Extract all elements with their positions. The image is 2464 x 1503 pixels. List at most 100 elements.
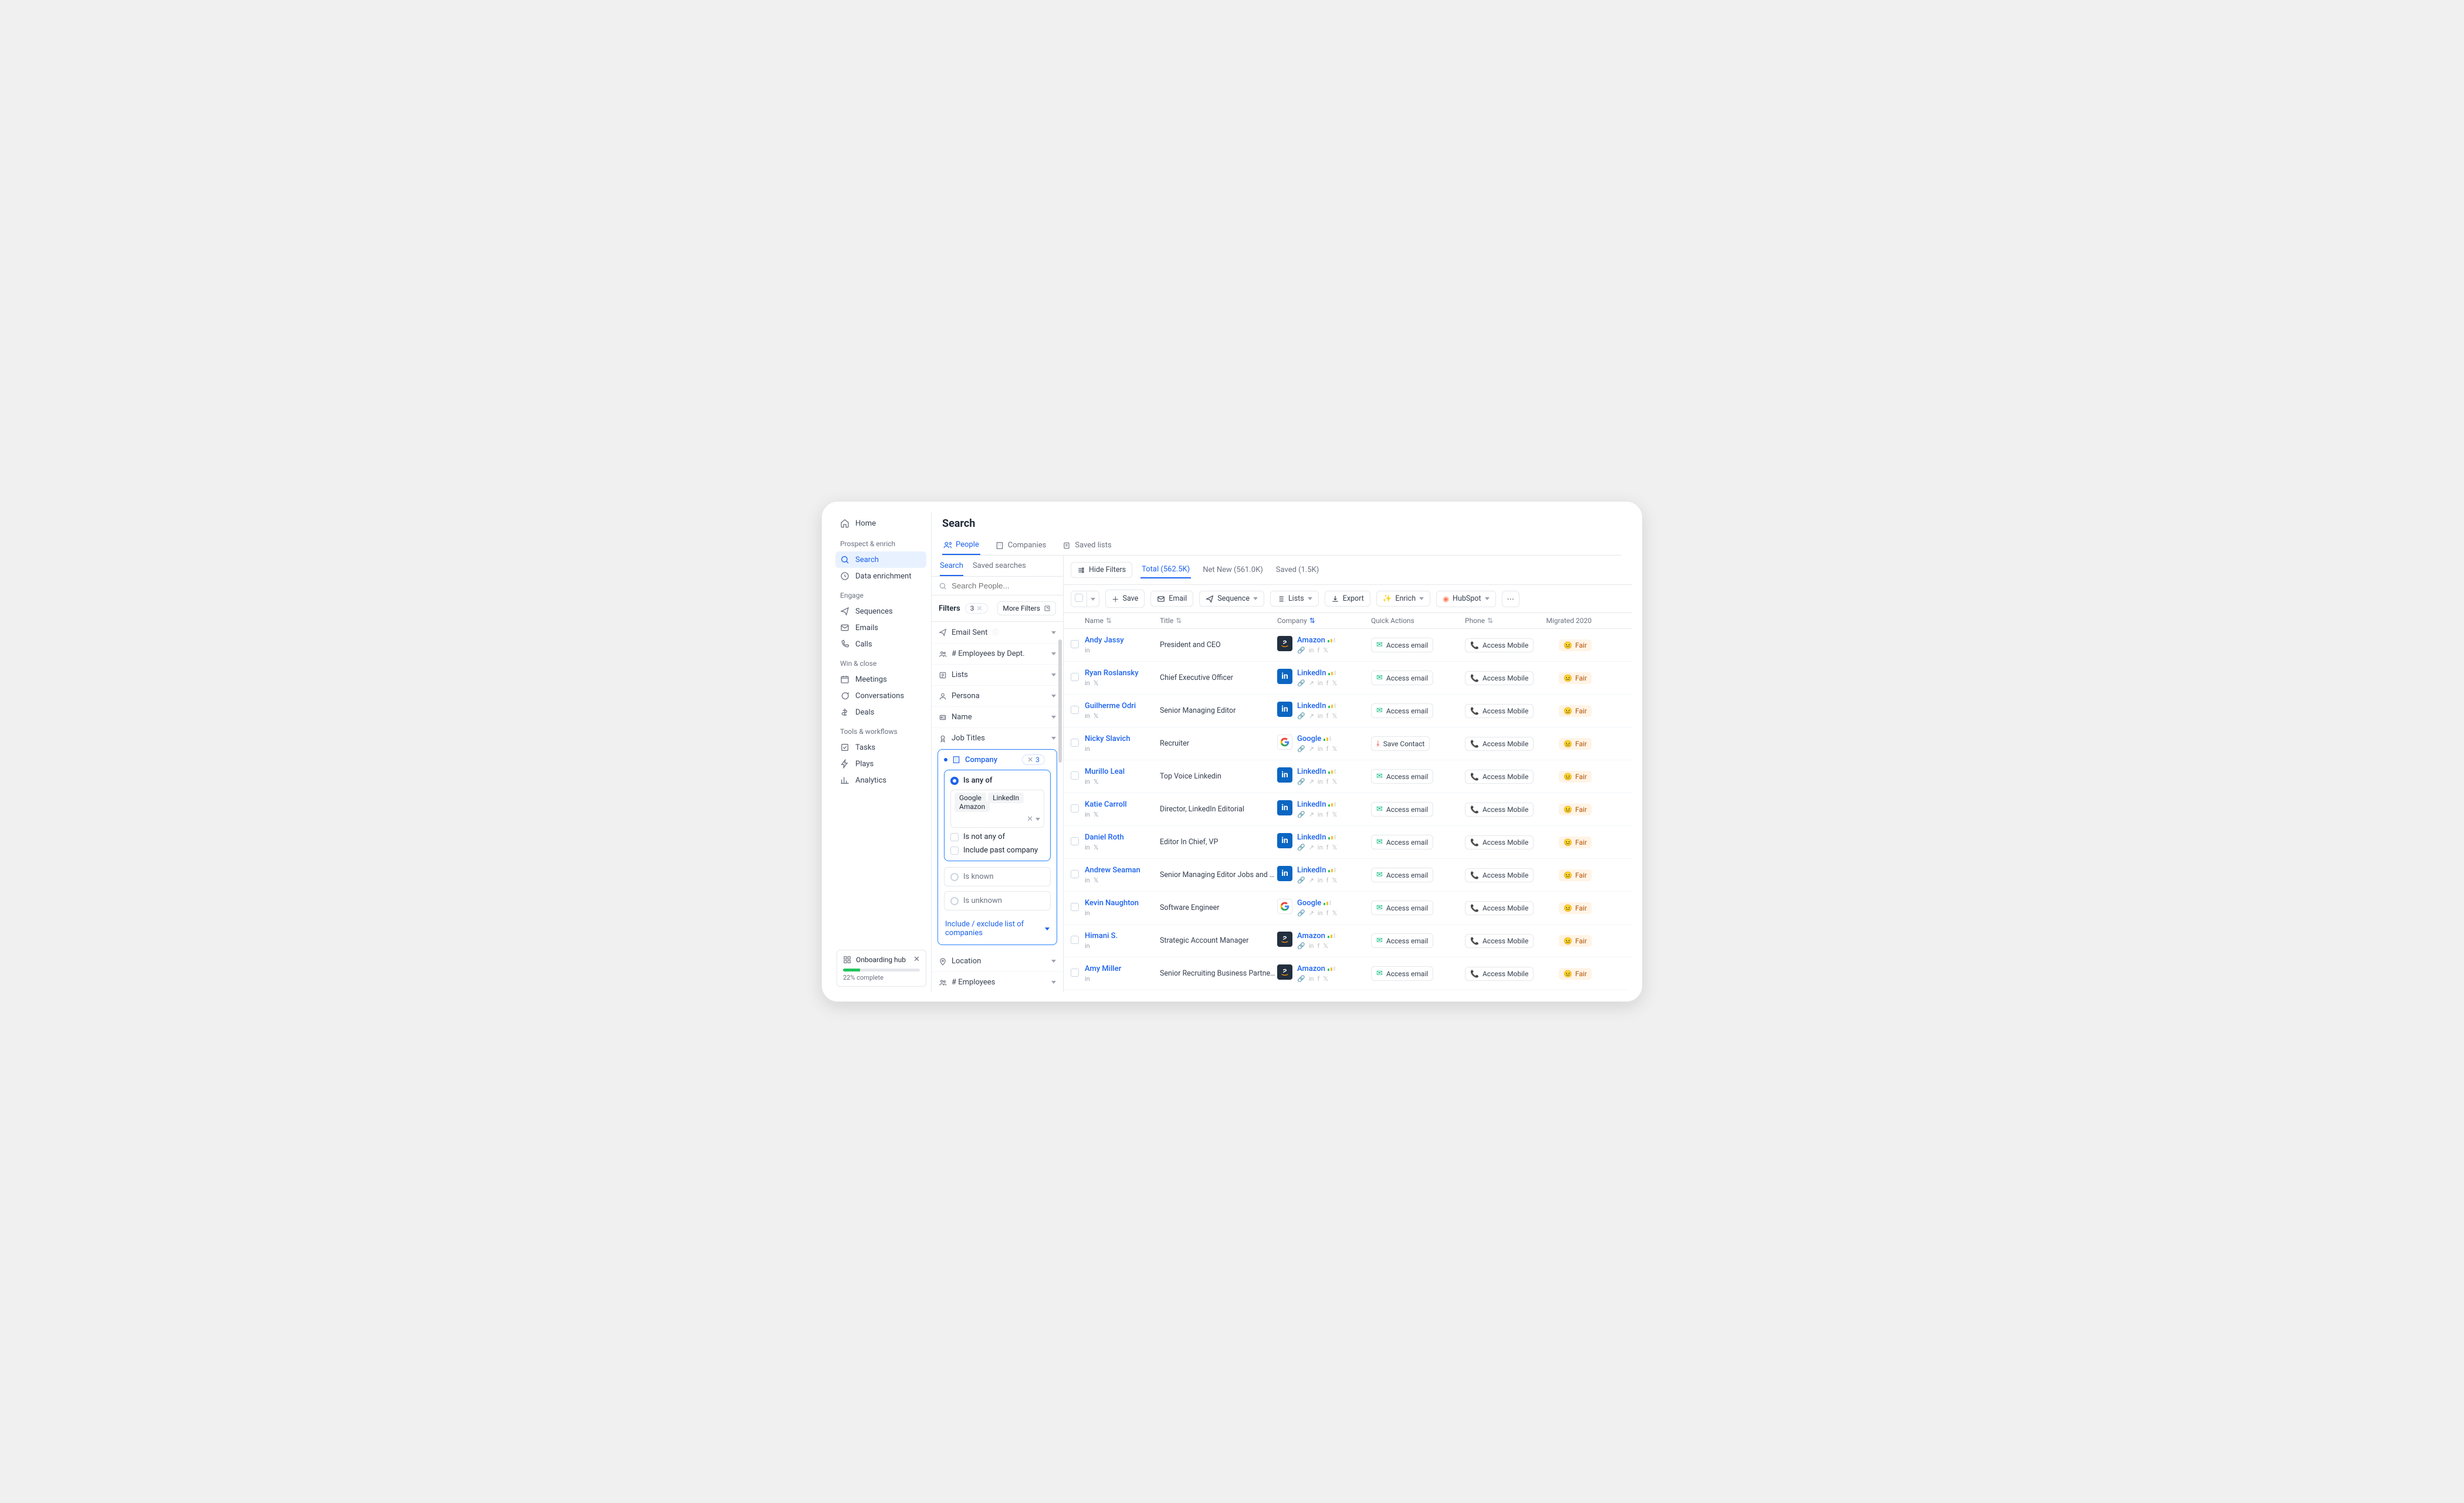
facebook-mini-icon[interactable]: f [1317,975,1319,983]
facebook-mini-icon[interactable]: f [1326,909,1329,917]
access-mobile-button[interactable]: 📞Access Mobile [1465,770,1534,784]
person-link[interactable]: Andrew Seaman [1085,866,1140,875]
twitter-mini-icon[interactable]: 𝕏 [1332,909,1338,917]
linkedin-mini-icon[interactable]: in [1085,679,1090,687]
company-link[interactable]: LinkedIn [1297,800,1326,809]
twitter-mini-icon[interactable]: 𝕏 [1332,679,1338,687]
sidebar-item-deals[interactable]: Deals [835,704,926,720]
person-link[interactable]: Nicky Slavich [1085,734,1131,743]
person-link[interactable]: Andy Jassy [1085,636,1124,645]
linkedin-mini-icon[interactable]: in [1318,909,1323,917]
twitter-mini-icon[interactable]: 𝕏 [1332,811,1338,818]
quick-action-button[interactable]: ✉︎Access email [1371,966,1433,981]
twitter-mini-icon[interactable]: 𝕏 [1094,811,1099,818]
is-unknown-option[interactable]: Is unknown [944,891,1051,910]
facebook-mini-icon[interactable]: f [1317,646,1319,654]
person-link[interactable]: Daniel Roth [1085,833,1124,842]
sidebar-item-conversations[interactable]: Conversations [835,688,926,704]
sidebar-item-meetings[interactable]: Meetings [835,671,926,688]
company-count-pill[interactable]: ✕ 3 [1022,754,1045,765]
checkbox[interactable] [950,847,959,855]
checkbox[interactable] [950,833,959,841]
col-phone[interactable]: Phone⇅ [1465,617,1535,625]
link-icon[interactable]: 🔗 [1297,942,1305,950]
filter-lists[interactable]: Lists [932,665,1063,686]
row-checkbox[interactable] [1071,771,1079,780]
facebook-mini-icon[interactable]: f [1326,712,1329,720]
subtab-saved-searches[interactable]: Saved searches [973,561,1026,576]
company-link[interactable]: LinkedIn [1297,767,1326,776]
col-title[interactable]: Title⇅ [1160,617,1277,625]
row-checkbox[interactable] [1071,804,1079,813]
sidebar-home[interactable]: Home [835,515,926,532]
filter-name[interactable]: Name [932,707,1063,728]
checkbox[interactable] [1075,594,1083,602]
link-icon[interactable]: 🔗 [1297,679,1305,687]
sequence-button[interactable]: Sequence [1199,591,1264,607]
row-checkbox[interactable] [1071,837,1079,845]
facebook-mini-icon[interactable]: f [1317,942,1319,950]
filter--employees[interactable]: # Employees [932,972,1063,991]
row-checkbox[interactable] [1071,640,1079,648]
search-people-box[interactable] [932,577,1063,595]
enrich-button[interactable]: ✨ Enrich [1376,591,1430,607]
row-checkbox[interactable] [1071,870,1079,878]
chip[interactable]: Amazon [955,801,990,812]
sidebar-item-analytics[interactable]: Analytics [835,772,926,788]
link-icon[interactable]: 🔗 [1297,646,1305,654]
linkedin-mini-icon[interactable]: in [1085,942,1090,950]
crunchbase-mini-icon[interactable]: ↗ [1309,712,1314,720]
twitter-mini-icon[interactable]: 𝕏 [1094,679,1099,687]
link-icon[interactable]: 🔗 [1297,844,1305,851]
subtab-search[interactable]: Search [940,561,963,576]
hubspot-button[interactable]: ◉ HubSpot [1436,591,1495,607]
link-icon[interactable]: 🔗 [1297,909,1305,917]
twitter-mini-icon[interactable]: 𝕏 [1094,876,1099,884]
quick-action-button[interactable]: ✉︎Access email [1371,671,1433,685]
radio-selected-icon[interactable] [950,777,959,785]
linkedin-mini-icon[interactable]: in [1318,844,1323,851]
col-company[interactable]: Company⇅ [1277,617,1371,625]
access-mobile-button[interactable]: 📞Access Mobile [1465,671,1534,685]
company-link[interactable]: Google [1297,899,1321,908]
access-mobile-button[interactable]: 📞Access Mobile [1465,901,1534,915]
quick-action-button[interactable]: ✉︎Access email [1371,802,1433,817]
linkedin-mini-icon[interactable]: in [1318,778,1323,786]
company-link[interactable]: LinkedIn [1297,866,1326,875]
quick-action-button[interactable]: ✉︎Access email [1371,769,1433,784]
twitter-mini-icon[interactable]: 𝕏 [1332,876,1338,884]
company-link[interactable]: Amazon [1297,964,1325,973]
link-icon[interactable]: 🔗 [1297,811,1305,818]
lists-button[interactable]: Lists [1270,591,1319,607]
filter--employees-by-dept-[interactable]: # Employees by Dept. [932,644,1063,665]
export-button[interactable]: Export [1325,591,1370,607]
chip[interactable]: LinkedIn [988,793,1024,803]
sidebar-item-search[interactable]: Search [835,551,926,568]
include-exclude-link[interactable]: Include / exclude list of companies [938,915,1057,945]
linkedin-mini-icon[interactable]: in [1085,876,1090,884]
person-link[interactable]: Guilherme Odri [1085,702,1136,710]
sidebar-item-calls[interactable]: Calls [835,636,926,652]
person-link[interactable]: Ryan Roslansky [1085,669,1139,678]
link-icon[interactable]: 🔗 [1297,975,1305,983]
quick-action-button[interactable]: ✉︎Access email [1371,638,1433,652]
row-checkbox[interactable] [1071,706,1079,714]
linkedin-mini-icon[interactable]: in [1085,909,1090,917]
company-link[interactable]: LinkedIn [1297,669,1326,678]
tab-companies[interactable]: Companies [994,536,1048,555]
company-link[interactable]: LinkedIn [1297,833,1326,842]
row-checkbox[interactable] [1071,739,1079,747]
row-checkbox[interactable] [1071,903,1079,911]
person-link[interactable]: Murillo Leal [1085,767,1125,776]
sidebar-item-plays[interactable]: Plays [835,756,926,772]
company-link[interactable]: Google [1297,734,1321,743]
twitter-mini-icon[interactable]: 𝕏 [1094,712,1099,720]
access-mobile-button[interactable]: 📞Access Mobile [1465,835,1534,849]
access-mobile-button[interactable]: 📞Access Mobile [1465,868,1534,882]
linkedin-mini-icon[interactable]: in [1318,712,1323,720]
linkedin-mini-icon[interactable]: in [1318,876,1323,884]
link-icon[interactable]: 🔗 [1297,876,1305,884]
twitter-mini-icon[interactable]: 𝕏 [1323,975,1328,983]
col-name[interactable]: Name⇅ [1085,617,1160,625]
save-button[interactable]: ＋ Save [1105,590,1145,608]
